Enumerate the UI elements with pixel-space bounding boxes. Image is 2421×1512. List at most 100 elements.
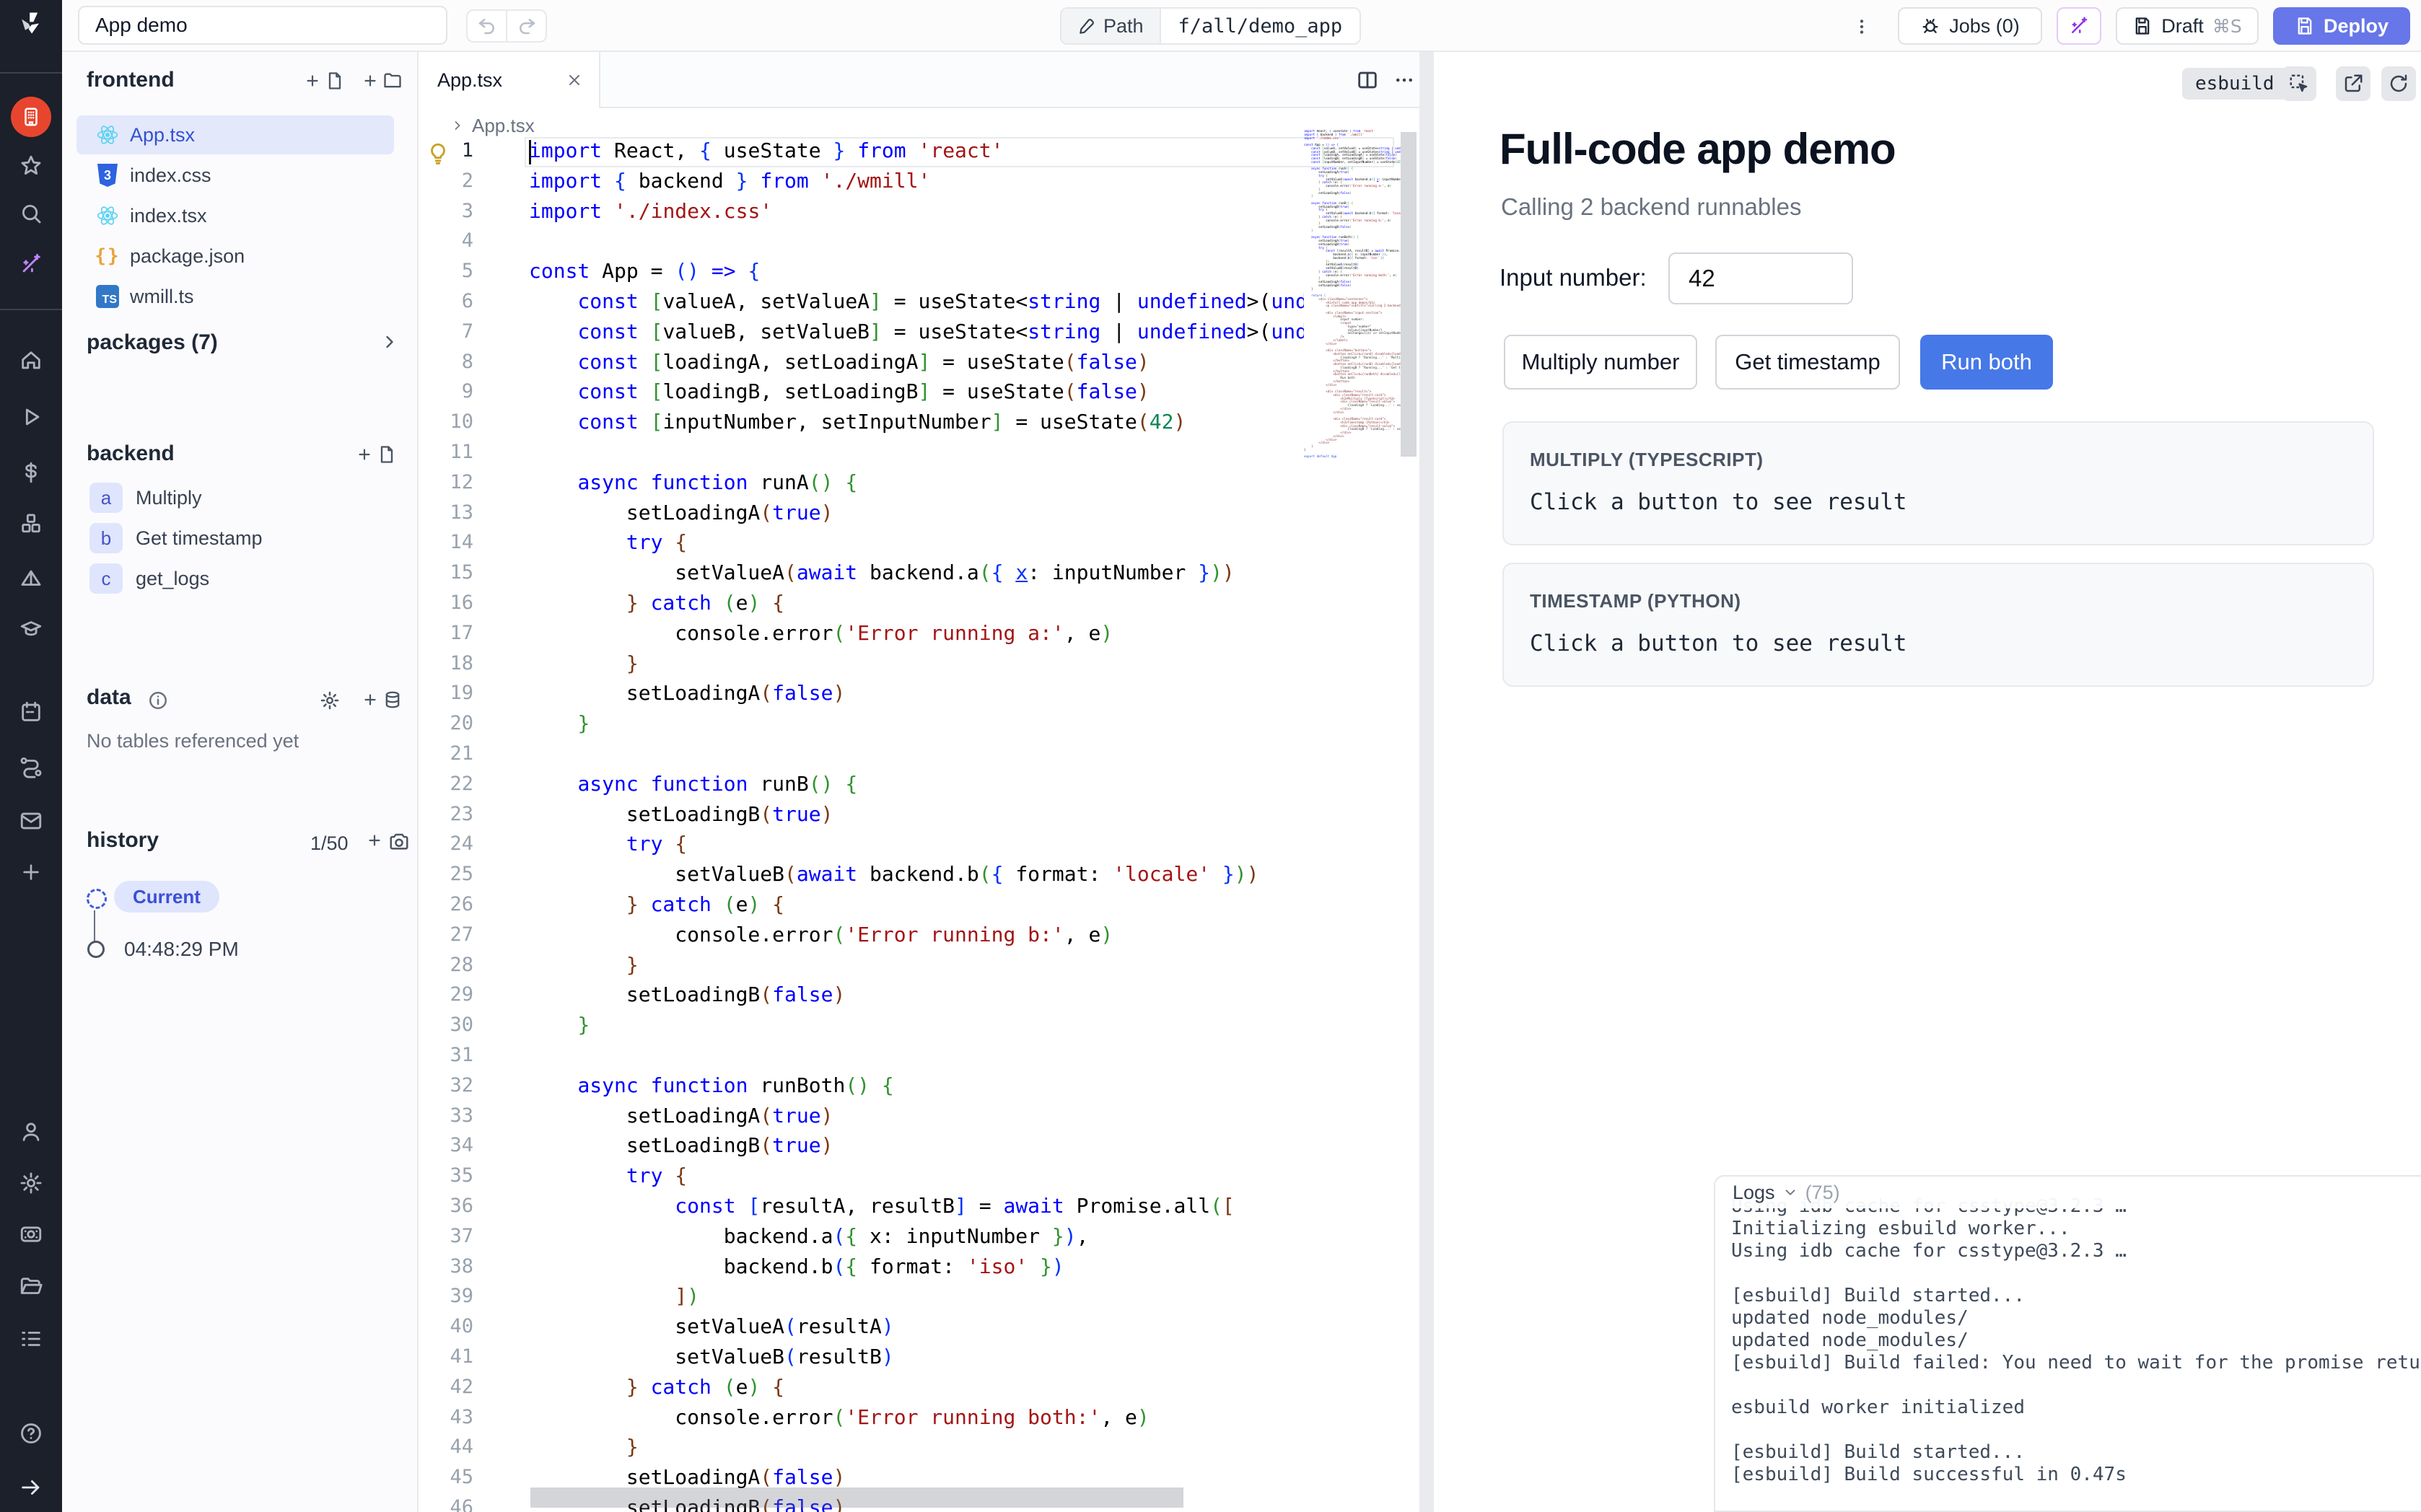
input-number-label: Input number:	[1500, 264, 1647, 291]
code-line: import React, { useState } from 'react'	[529, 136, 1004, 166]
sidebar-file-wmill-ts[interactable]: TSwmill.ts	[76, 277, 394, 316]
code-line: backend.b({ format: 'iso' })	[529, 1252, 1064, 1282]
data-settings-gear-icon[interactable]	[319, 690, 341, 711]
input-number-field[interactable]	[1668, 252, 1853, 304]
chevron-right-icon[interactable]	[380, 332, 400, 352]
runnable-letter-badge: a	[89, 483, 123, 513]
variables-icon[interactable]	[15, 457, 47, 488]
history-current-badge[interactable]: Current	[114, 881, 219, 913]
code-line: import './index.css'	[529, 196, 772, 227]
line-number: 32	[419, 1071, 473, 1101]
backend-runnable-c[interactable]: cget_logs	[76, 560, 394, 597]
add-table-icon[interactable]	[361, 690, 403, 710]
sidebar-file-package-json[interactable]: {}package.json	[76, 237, 394, 276]
sidebar-file-index-css[interactable]: 3index.css	[76, 156, 394, 195]
add-backend-file-icon[interactable]	[355, 444, 397, 465]
deploy-button[interactable]: Deploy	[2273, 7, 2410, 45]
runnable-letter-badge: c	[89, 563, 123, 594]
schedules-icon[interactable]	[15, 563, 47, 594]
log-line: [esbuild] Build successful in 0.47s	[1731, 1464, 2127, 1486]
workers-icon[interactable]	[15, 1218, 47, 1250]
backend-runnable-a[interactable]: aMultiply	[76, 479, 394, 517]
undo-icon[interactable]	[468, 11, 507, 41]
packages-section[interactable]: packages (7)	[87, 330, 218, 355]
favorites-icon[interactable]	[15, 150, 47, 182]
path-control[interactable]: Path f/all/demo_app	[1060, 7, 1361, 45]
code-line	[529, 226, 541, 256]
line-number: 37	[419, 1221, 473, 1252]
code-line: setValueA(await backend.a({ x: inputNumb…	[529, 558, 1235, 588]
add-file-icon[interactable]	[303, 71, 345, 91]
horizontal-scrollbar[interactable]	[530, 1487, 1183, 1508]
windmill-logo-icon[interactable]	[15, 9, 47, 40]
react-file-icon	[95, 203, 120, 228]
info-icon[interactable]	[147, 690, 169, 711]
log-line	[1731, 1419, 1743, 1441]
code-line: const [resultA, resultB] = await Promise…	[529, 1191, 1235, 1221]
code-line: setValueB(await backend.b({ format: 'loc…	[529, 859, 1258, 889]
sidebar-file-index-tsx[interactable]: index.tsx	[76, 196, 394, 235]
home-icon[interactable]	[15, 345, 47, 377]
runs-icon[interactable]	[15, 401, 47, 433]
rail-divider	[0, 72, 62, 74]
expand-rail-icon[interactable]	[15, 1472, 47, 1503]
redo-icon[interactable]	[507, 11, 546, 41]
inspect-select-icon[interactable]	[2282, 66, 2316, 101]
add-icon[interactable]	[15, 856, 47, 888]
run-both-button[interactable]: Run both	[1920, 335, 2053, 390]
user-icon[interactable]	[15, 1116, 47, 1148]
help-icon[interactable]	[15, 1418, 47, 1449]
mail-icon[interactable]	[15, 805, 47, 837]
jobs-button[interactable]: Jobs (0)	[1898, 7, 2042, 45]
logs-header[interactable]: Logs (75)	[1715, 1177, 2421, 1208]
css-file-icon: 3	[95, 163, 120, 188]
line-number: 7	[419, 317, 473, 347]
code-content[interactable]: import React, { useState } from 'react' i…	[529, 52, 1304, 1512]
vertical-scrollbar[interactable]	[1401, 132, 1417, 457]
pencil-icon	[1077, 17, 1096, 35]
split-editor-icon[interactable]	[1352, 65, 1383, 95]
multiply-number-button[interactable]: Multiply number	[1504, 335, 1697, 390]
react-file-icon	[95, 123, 120, 147]
ai-assistant-button[interactable]	[2057, 7, 2101, 45]
line-number: 29	[419, 980, 473, 1010]
code-line: try {	[529, 1161, 687, 1191]
code-line: async function runB() {	[529, 769, 857, 799]
result-card-1: MULTIPLY (TYPESCRIPT)Click a button to s…	[1502, 421, 2374, 545]
editor-more-icon[interactable]	[1391, 65, 1417, 95]
more-menu-icon[interactable]	[1852, 12, 1872, 42]
open-external-icon[interactable]	[2336, 66, 2370, 101]
resources-icon[interactable]	[15, 508, 47, 540]
ai-wand-icon[interactable]	[15, 248, 47, 280]
path-value[interactable]: f/all/demo_app	[1161, 9, 1360, 43]
pane-resize-divider[interactable]	[1419, 52, 1434, 1512]
history-entry-time[interactable]: 04:48:29 PM	[124, 938, 239, 961]
workspace-button[interactable]	[11, 97, 51, 137]
settings-gear-icon[interactable]	[15, 1167, 47, 1199]
search-icon[interactable]	[15, 198, 47, 229]
draft-label: Draft	[2161, 15, 2204, 38]
app-title-input[interactable]	[78, 6, 447, 45]
folders-icon[interactable]	[15, 1271, 47, 1303]
path-edit-button[interactable]: Path	[1061, 9, 1161, 43]
backend-runnable-b[interactable]: bGet timestamp	[76, 519, 394, 557]
calendar-icon[interactable]	[15, 696, 47, 728]
history-add-icon[interactable]	[365, 831, 384, 850]
audit-logs-icon[interactable]	[15, 1323, 47, 1355]
get-timestamp-button[interactable]: Get timestamp	[1715, 335, 1900, 390]
code-line: setLoadingB(true)	[529, 799, 833, 830]
minimap[interactable]: import React, { useState } from 'react'i…	[1304, 130, 1401, 476]
sidebar-file-app-tsx[interactable]: App.tsx	[76, 115, 394, 154]
add-folder-icon[interactable]	[361, 71, 403, 91]
log-line: [esbuild] Build started...	[1731, 1441, 2025, 1464]
draft-button[interactable]: Draft ⌘S	[2116, 7, 2259, 45]
minimap-line: <p className="subtitle">Calling 2 backen…	[1304, 304, 1401, 308]
line-number: 46	[419, 1493, 473, 1512]
explorer-sidebar: frontend App.tsx3index.cssindex.tsx{}pac…	[62, 52, 419, 1512]
backend-section-title: backend	[87, 441, 175, 466]
refresh-icon[interactable]	[2381, 66, 2416, 101]
history-section-title: history	[87, 828, 159, 853]
snapshot-camera-icon[interactable]	[388, 831, 410, 853]
routes-icon[interactable]	[15, 751, 47, 783]
tutorials-icon[interactable]	[15, 612, 47, 644]
